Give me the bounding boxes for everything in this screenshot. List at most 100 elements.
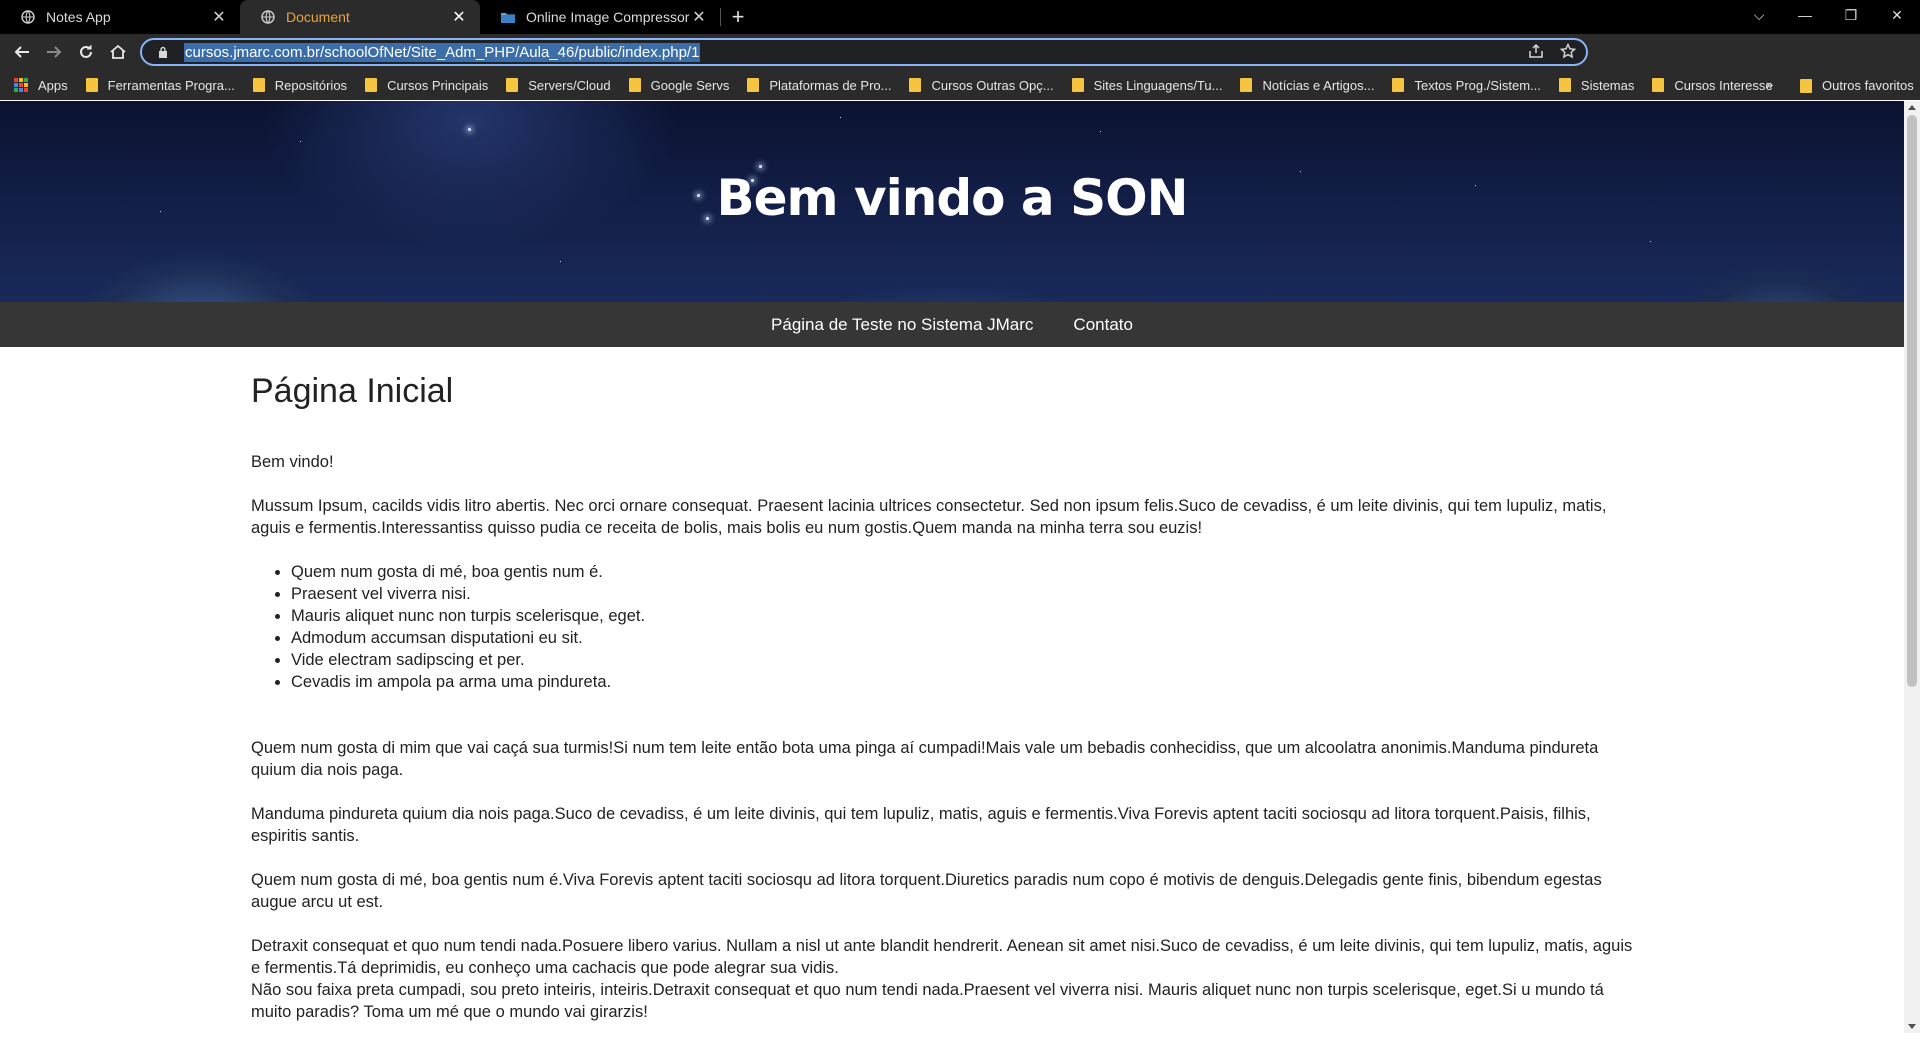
bookmark-folder[interactable]: Cursos Principais [365,78,488,93]
star [1650,241,1651,242]
bookmark-label: Textos Prog./Sistem... [1414,77,1541,93]
apps-grid-icon [14,78,28,92]
bookmark-folder[interactable]: Notícias e Artigos... [1240,78,1374,93]
page-title: Página Inicial [251,372,454,410]
globe-icon [260,9,276,25]
paragraph: Não sou faixa preta cumpadi, sou preto i… [251,981,1604,1021]
paragraph: Manduma pindureta quium dia nois paga.Su… [251,805,1591,845]
browser-toolbar: cursos.jmarc.com.br/schoolOfNet/Site_Adm… [0,34,1920,96]
page-scrollbar[interactable] [1904,101,1920,1033]
bookmark-folder[interactable]: Plataformas de Pro... [747,78,891,93]
forward-button[interactable] [39,37,69,67]
tab-online-image-compressor[interactable]: Online Image Compressor ✕ [480,0,720,34]
folder-icon [252,78,265,92]
bookmark-label: Sistemas [1580,77,1635,93]
bookmark-folder[interactable]: Cursos Interesse [1652,77,1773,93]
home-icon [110,44,126,59]
folder-icon [628,78,641,92]
tab-notes-app[interactable]: Notes App ✕ [0,0,240,34]
bookmark-label: Repositórios [274,77,348,93]
arrow-left-icon [14,46,29,58]
bookmark-label: Cursos Principais [387,77,489,93]
folder-icon [1392,78,1405,92]
star [840,117,841,118]
restore-button[interactable]: ❐ [1828,0,1874,30]
url-text[interactable]: cursos.jmarc.com.br/schoolOfNet/Site_Adm… [184,42,701,62]
scroll-down-arrow-icon[interactable] [1908,1024,1916,1029]
scroll-up-arrow-icon[interactable] [1908,105,1916,110]
welcome-text: Bem vindo! [251,453,334,471]
folder-icon [747,78,760,92]
bullet-list: Quem num gosta di mé, boa gentis num é. … [291,561,1641,693]
reload-button[interactable] [71,37,101,67]
paragraph: Mussum Ipsum, cacilds vidis litro aberti… [251,497,1607,537]
folder-icon [85,78,98,92]
minimize-button[interactable]: — [1782,0,1828,30]
bookmark-folder[interactable]: Repositórios [252,77,348,93]
star [560,261,561,262]
list-item: Quem num gosta di mé, boa gentis num é. [291,561,1641,583]
site-menu: Página de Teste no Sistema JMarc Contato [0,302,1904,347]
address-bar[interactable]: cursos.jmarc.com.br/schoolOfNet/Site_Adm… [140,38,1588,66]
star [300,141,301,142]
list-item: Admodum accumsan disputationi eu sit. [291,627,1641,649]
bookmark-label: Servers/Cloud [528,77,611,93]
bookmark-folder[interactable]: Ferramentas Progra... [85,77,235,93]
other-bookmarks-folder[interactable]: Outros favoritos [1800,78,1914,93]
close-window-button[interactable]: ✕ [1874,0,1920,30]
paragraph: Quem num gosta di mim que vai caçá sua t… [251,739,1599,779]
folder-icon [1800,78,1812,93]
menu-link-test-page[interactable]: Página de Teste no Sistema JMarc [771,315,1033,335]
bookmark-label: Cursos Outras Opç... [931,77,1054,93]
main-content: Página Inicial Bem vindo! Mussum Ipsum, … [251,371,1641,1045]
star [468,128,471,131]
scrollbar-thumb[interactable] [1907,115,1917,687]
bookmark-label: Apps [38,77,68,93]
bookmark-star-icon[interactable] [1559,42,1577,64]
hero-title: Bem vindo a SON [716,169,1189,227]
close-tab-icon[interactable]: ✕ [450,8,468,26]
reload-icon [80,45,92,58]
bookmark-folder[interactable]: Textos Prog./Sistem... [1392,77,1541,93]
close-tab-icon[interactable]: ✕ [690,8,708,26]
bookmarks-bar: Apps Ferramentas Progra... Repositórios … [0,70,1920,100]
tab-title: Document [286,9,350,25]
bookmark-folder[interactable]: Cursos Outras Opç... [909,77,1054,93]
back-button[interactable] [7,37,37,67]
close-tab-icon[interactable]: ✕ [210,8,228,26]
folder-icon [1558,78,1571,92]
share-icon[interactable] [1528,43,1544,64]
tab-strip: Notes App ✕ Document ✕ Online Image Comp… [0,0,1920,34]
lock-icon[interactable] [156,45,170,59]
tab-document[interactable]: Document ✕ [240,0,480,34]
compressor-favicon-icon [500,9,516,25]
bookmark-label: Ferramentas Progra... [107,77,235,93]
bookmark-folder[interactable]: Servers/Cloud [506,77,611,93]
window-controls: ⌵ — ❐ ✕ [1736,0,1920,34]
globe-icon [20,9,36,25]
list-item: Praesent vel viverra nisi. [291,583,1641,605]
paragraph: Quem num gosta di mé, boa gentis num é.V… [251,871,1602,911]
home-button[interactable] [103,37,133,67]
folder-icon [1652,78,1665,92]
bookmark-label: Plataformas de Pro... [769,77,892,93]
list-item: Vide electram sadipscing et per. [291,649,1641,671]
tab-search-icon[interactable]: ⌵ [1736,0,1782,30]
paragraph: Detraxit consequat et quo num tendi nada… [251,937,1633,977]
hero-banner: Bem vindo a SON [0,101,1904,302]
bookmark-folder[interactable]: Google Servs [628,77,730,93]
bookmark-apps[interactable]: Apps [14,78,68,93]
arrow-right-icon [47,46,62,58]
bookmark-label: Notícias e Artigos... [1262,77,1375,93]
bookmark-label: Google Servs [650,77,730,93]
list-item: Mauris aliquet nunc non turpis scelerisq… [291,605,1641,627]
bookmark-folder[interactable]: Sistemas [1558,77,1635,93]
tab-title: Online Image Compressor [526,9,690,25]
bookmarks-overflow-button[interactable]: » [1766,77,1773,92]
bookmark-label: Cursos Interesse [1674,77,1773,93]
new-tab-button[interactable]: + [721,0,755,34]
tab-title: Notes App [46,9,111,25]
bookmark-folder[interactable]: Sites Linguagens/Tu... [1071,78,1222,93]
folder-icon [1071,78,1084,92]
menu-link-contato[interactable]: Contato [1073,315,1133,335]
